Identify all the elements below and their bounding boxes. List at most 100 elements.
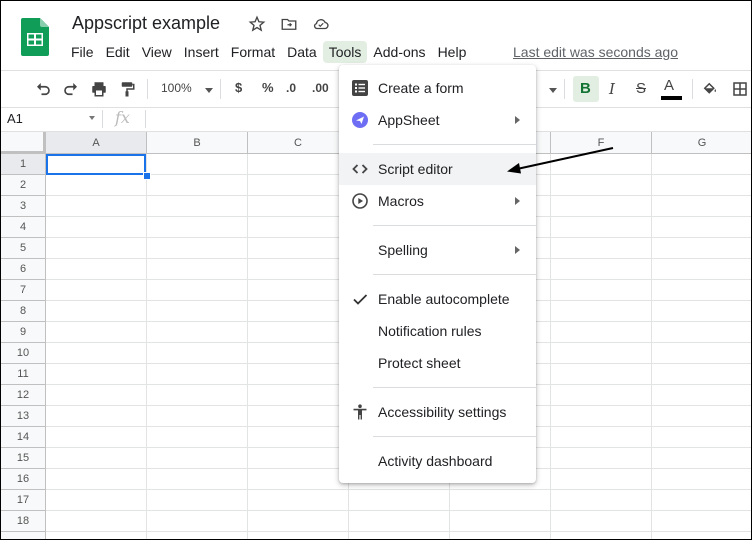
fill-color-icon[interactable]: [701, 80, 719, 101]
grid-line: [46, 510, 751, 511]
percent-format-button[interactable]: %: [262, 80, 274, 95]
redo-icon[interactable]: [62, 80, 80, 101]
currency-format-button[interactable]: $: [235, 80, 242, 95]
menu-divider: [373, 436, 536, 437]
menu-item-appsheet[interactable]: AppSheet: [339, 104, 536, 136]
row-header[interactable]: 3: [1, 196, 46, 217]
print-icon[interactable]: [90, 80, 108, 101]
toolbar-separator: [692, 79, 693, 99]
menu-tools[interactable]: Tools: [322, 41, 368, 63]
menu-item-accessibility-settings[interactable]: Accessibility settings: [339, 396, 536, 428]
menu-item-label: Macros: [378, 193, 424, 209]
move-folder-icon[interactable]: [280, 15, 298, 33]
menu-item-label: Activity dashboard: [378, 453, 493, 469]
row-header[interactable]: 11: [1, 364, 46, 385]
row-header[interactable]: 6: [1, 259, 46, 280]
row-header[interactable]: 17: [1, 490, 46, 511]
row-header[interactable]: 1: [1, 154, 46, 175]
menu-edit[interactable]: Edit: [100, 41, 136, 63]
grid-line: [550, 154, 551, 539]
menu-item-notification-rules[interactable]: Notification rules: [339, 315, 536, 347]
accessibility-icon: [352, 404, 368, 420]
column-header-a[interactable]: A: [46, 132, 147, 154]
toolbar-separator: [564, 79, 565, 99]
grid-line: [46, 489, 751, 490]
toolbar-separator: [147, 79, 148, 99]
row-header[interactable]: 4: [1, 217, 46, 238]
menu-item-activity-dashboard[interactable]: Activity dashboard: [339, 445, 536, 477]
row-header[interactable]: 12: [1, 385, 46, 406]
grid-line: [651, 154, 652, 539]
document-title[interactable]: Appscript example: [72, 13, 220, 34]
row-header[interactable]: 15: [1, 448, 46, 469]
bold-button[interactable]: B: [580, 80, 591, 97]
strikethrough-button[interactable]: S: [636, 80, 646, 97]
menu-format[interactable]: Format: [225, 41, 281, 63]
menu-item-spelling[interactable]: Spelling: [339, 234, 536, 266]
menu-item-macros[interactable]: Macros: [339, 185, 536, 217]
name-box[interactable]: A1: [7, 111, 23, 126]
italic-button[interactable]: I: [609, 80, 615, 98]
increase-decimal-button[interactable]: .00: [312, 81, 329, 95]
column-header-b[interactable]: B: [147, 132, 248, 154]
row-header[interactable]: [1, 532, 46, 539]
play-circle-icon: [352, 193, 368, 209]
menu-help[interactable]: Help: [432, 41, 473, 63]
grid-line: [46, 531, 751, 532]
menu-item-label: Spelling: [378, 242, 428, 258]
last-edit-link[interactable]: Last edit was seconds ago: [513, 44, 678, 60]
menu-insert[interactable]: Insert: [178, 41, 225, 63]
menu-item-label: Notification rules: [378, 323, 482, 339]
column-header-f[interactable]: F: [551, 132, 652, 154]
title-icons: [248, 15, 330, 33]
font-size-dropdown-icon[interactable]: [549, 88, 557, 93]
menu-divider: [373, 144, 536, 145]
menu-data[interactable]: Data: [281, 41, 323, 63]
submenu-arrow-icon: [515, 197, 520, 205]
submenu-arrow-icon: [515, 246, 520, 254]
grid-line: [247, 154, 248, 539]
row-header[interactable]: 8: [1, 301, 46, 322]
decrease-decimal-button[interactable]: .0: [286, 81, 296, 95]
row-header[interactable]: 16: [1, 469, 46, 490]
select-all-corner[interactable]: [1, 132, 46, 154]
row-header[interactable]: 9: [1, 322, 46, 343]
text-color-button[interactable]: A: [664, 77, 674, 94]
menu-divider: [373, 225, 536, 226]
sheets-logo-icon[interactable]: [21, 18, 49, 56]
menu-view[interactable]: View: [136, 41, 178, 63]
paint-format-icon[interactable]: [118, 80, 136, 101]
menu-bar: File Edit View Insert Format Data Tools …: [65, 41, 472, 63]
row-header[interactable]: 5: [1, 238, 46, 259]
submenu-arrow-icon: [515, 116, 520, 124]
menu-item-enable-autocomplete[interactable]: Enable autocomplete: [339, 283, 536, 315]
column-header-c[interactable]: C: [248, 132, 349, 154]
cloud-saved-icon[interactable]: [312, 15, 330, 33]
menu-addons[interactable]: Add-ons: [367, 41, 431, 63]
zoom-dropdown-icon[interactable]: [205, 88, 213, 93]
menu-file[interactable]: File: [65, 41, 100, 63]
fill-handle[interactable]: [143, 172, 151, 180]
menu-item-script-editor[interactable]: Script editor: [339, 153, 536, 185]
menu-item-label: Create a form: [378, 80, 464, 96]
column-header-g[interactable]: G: [652, 132, 751, 154]
row-header[interactable]: 2: [1, 175, 46, 196]
fx-icon: fx: [115, 108, 130, 127]
star-icon[interactable]: [248, 15, 266, 33]
name-box-dropdown-icon[interactable]: [89, 116, 95, 120]
row-header[interactable]: 13: [1, 406, 46, 427]
selected-cell-a1[interactable]: [46, 154, 146, 175]
zoom-select[interactable]: 100%: [161, 81, 192, 95]
row-header[interactable]: 18: [1, 511, 46, 532]
row-header[interactable]: 7: [1, 280, 46, 301]
window: Appscript example File Edit View Insert …: [0, 0, 752, 540]
menu-item-protect-sheet[interactable]: Protect sheet: [339, 347, 536, 379]
row-header[interactable]: 10: [1, 343, 46, 364]
code-icon: [352, 161, 368, 177]
undo-icon[interactable]: [34, 80, 52, 101]
menu-item-create-form[interactable]: Create a form: [339, 72, 536, 104]
form-icon: [352, 80, 368, 96]
row-header[interactable]: 14: [1, 427, 46, 448]
borders-icon[interactable]: [731, 80, 749, 101]
check-icon: [352, 291, 368, 307]
